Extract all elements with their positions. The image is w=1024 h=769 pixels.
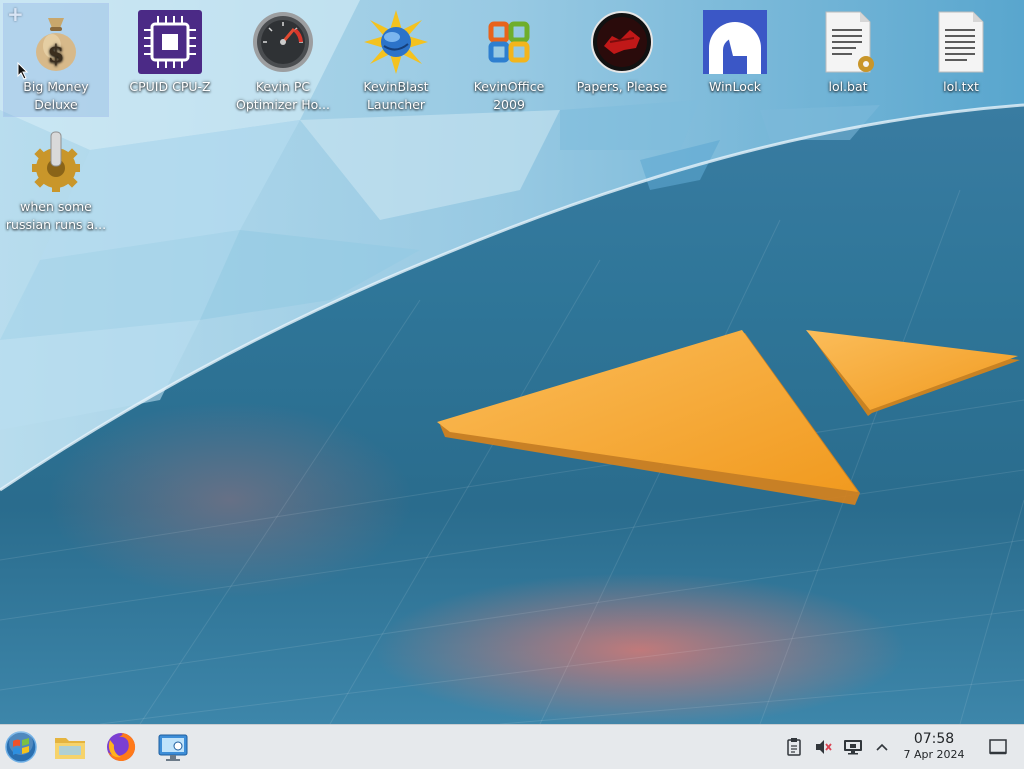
office-logo-icon — [488, 21, 530, 63]
lock-arc-icon — [703, 10, 767, 74]
desktop-icon-lol-txt[interactable]: lol.txt — [909, 4, 1013, 96]
icon-label: when some russian runs a... — [5, 199, 107, 232]
icon-label: CPUID CPU-Z — [129, 79, 211, 94]
starburst-globe-icon — [364, 10, 428, 74]
desktop[interactable]: + $ Big Money Deluxe CPUID CPU-Z Kevin P… — [0, 0, 1024, 724]
icon-label: Papers, Please — [576, 79, 668, 94]
desktop-icon-cpuid-cpu-z[interactable]: CPUID CPU-Z — [118, 4, 222, 96]
clock-time[interactable]: 07:58 — [900, 731, 968, 748]
chevron-up-icon[interactable] — [872, 737, 892, 757]
icon-label: WinLock — [709, 79, 761, 94]
batch-file-icon — [825, 11, 874, 73]
clock-date[interactable]: 7 Apr 2024 — [896, 748, 972, 762]
start-orb-icon[interactable] — [4, 730, 38, 764]
icon-label: Kevin PC Optimizer Ho... — [236, 79, 330, 112]
firefox-icon[interactable] — [104, 730, 138, 764]
text-file-icon — [938, 11, 984, 73]
mouse-cursor-icon — [17, 62, 29, 80]
speaker-muted-icon[interactable] — [813, 737, 833, 757]
cpu-chip-icon — [138, 10, 202, 74]
desktop-icon-winlock[interactable]: WinLock — [683, 4, 787, 96]
icon-label: lol.txt — [943, 79, 979, 94]
gear-icon — [32, 131, 80, 192]
money-bag-icon: $ — [36, 18, 76, 71]
desktop-icon-big-money-deluxe[interactable]: $ Big Money Deluxe — [3, 3, 109, 117]
icon-label: Big Money Deluxe — [23, 79, 89, 112]
desktop-square-icon[interactable] — [988, 737, 1008, 757]
red-seal-icon — [591, 11, 653, 73]
svg-text:$: $ — [48, 39, 65, 68]
display-icon[interactable] — [843, 737, 863, 757]
icon-label: lol.bat — [828, 79, 868, 94]
desktop-icon-kevinoffice-2009[interactable]: KevinOffice 2009 — [457, 4, 561, 114]
desktop-icon-lol-bat[interactable]: lol.bat — [796, 4, 900, 96]
desktop-icon-kevin-pc-optimizer[interactable]: Kevin PC Optimizer Ho... — [231, 4, 335, 114]
icon-label: KevinBlast Launcher — [363, 79, 429, 112]
desktop-icon-papers-please[interactable]: Papers, Please — [570, 4, 674, 96]
folder-icon[interactable] — [53, 730, 87, 764]
speedometer-icon — [253, 12, 313, 72]
monitor-icon[interactable] — [156, 730, 190, 764]
desktop-icon-kevinblast-launcher[interactable]: KevinBlast Launcher — [344, 4, 448, 114]
taskbar: 07:58 7 Apr 2024 — [0, 724, 1024, 769]
desktop-icon-when-some-russian[interactable]: when some russian runs a... — [4, 124, 108, 234]
clipboard-icon[interactable] — [784, 737, 804, 757]
icon-label: KevinOffice 2009 — [473, 79, 545, 112]
